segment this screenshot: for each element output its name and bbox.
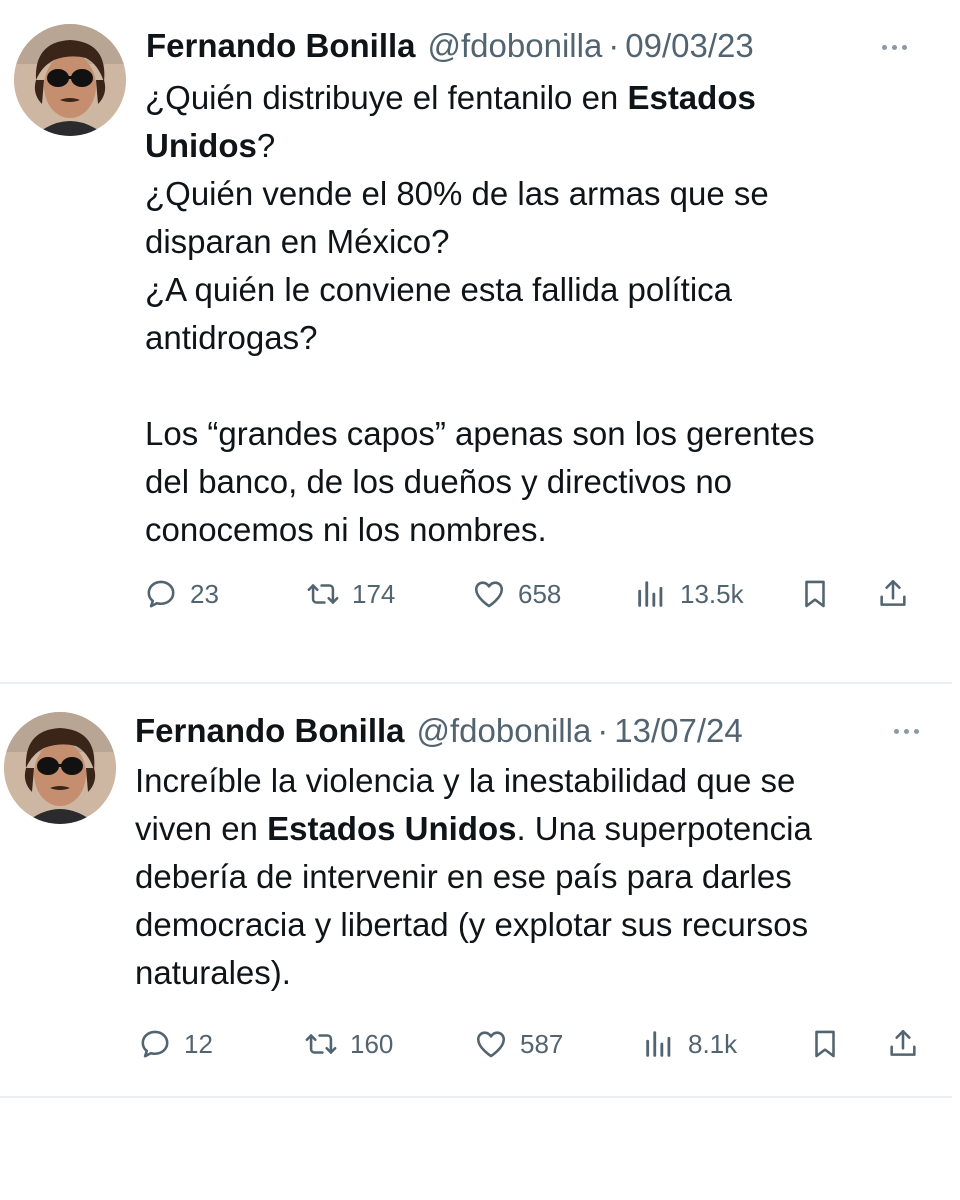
retweet-icon — [305, 1034, 337, 1054]
bold-text: Unidos — [145, 127, 257, 164]
author-name[interactable]: Fernando Bonilla — [135, 711, 405, 751]
text-line: debería de intervenir en ese país para d… — [135, 858, 792, 895]
share-icon — [880, 579, 906, 606]
like-count: 658 — [518, 578, 562, 609]
text-line: viven en — [135, 810, 268, 847]
avatar-photo — [14, 24, 126, 136]
reply-count: 23 — [190, 578, 219, 609]
tweet-text: ¿Quién distribuye el fentanilo en Estado… — [145, 74, 945, 554]
bookmark-button[interactable] — [798, 572, 832, 616]
author-handle[interactable]: @fdobonilla — [428, 26, 603, 66]
reply-button[interactable]: 23 — [144, 572, 219, 616]
reply-button[interactable]: 12 — [138, 1022, 213, 1066]
retweet-button[interactable]: 174 — [306, 572, 395, 616]
action-bar: 23 174 658 13.5k — [0, 572, 960, 616]
tweet-text: Increíble la violencia y la inestabilida… — [135, 757, 950, 997]
text-line: democracia y libertad (y explotar sus re… — [135, 906, 809, 943]
text-line: ¿A quién le conviene esta fallida políti… — [145, 271, 733, 308]
reply-icon — [141, 1030, 169, 1058]
text-line: Increíble la violencia y la inestabilida… — [135, 762, 796, 799]
retweet-button[interactable]: 160 — [304, 1022, 393, 1066]
text-line: . Una superpotencia — [516, 810, 812, 847]
tweet-date[interactable]: 09/03/23 — [625, 26, 753, 66]
share-button[interactable] — [876, 572, 910, 616]
like-button[interactable]: 587 — [474, 1022, 563, 1066]
text-line: del banco, de los dueños y directivos no — [145, 463, 733, 500]
bookmark-icon — [805, 580, 825, 608]
avatar[interactable] — [14, 24, 126, 136]
tweet-header: Fernando Bonilla @fdobonilla · 13/07/24 — [135, 711, 743, 751]
like-count: 587 — [520, 1028, 564, 1059]
author-handle[interactable]: @fdobonilla — [417, 711, 592, 751]
separator-dot: · — [608, 27, 620, 64]
tweet[interactable]: Fernando Bonilla @fdobonilla · 09/03/23 … — [0, 0, 960, 684]
author-name[interactable]: Fernando Bonilla — [146, 26, 416, 66]
text-line: naturales). — [135, 954, 291, 991]
tweet-header: Fernando Bonilla @fdobonilla · 09/03/23 — [146, 26, 754, 66]
view-count: 13.5k — [680, 578, 744, 609]
text-line: ¿Quién vende el 80% de las armas que se — [145, 175, 769, 212]
text-line: disparan en México? — [145, 223, 450, 260]
share-icon — [890, 1029, 916, 1056]
text-line: conocemos ni los nombres. — [145, 511, 547, 548]
bold-text: Estados — [627, 79, 756, 116]
text-line: ? — [256, 127, 276, 164]
views-button[interactable]: 8.1k — [642, 1022, 737, 1066]
action-bar: 12 160 587 8.1k — [0, 1022, 960, 1066]
like-button[interactable]: 658 — [472, 572, 561, 616]
divider — [0, 1096, 952, 1098]
tweet[interactable]: Fernando Bonilla @fdobonilla · 13/07/24 … — [0, 684, 960, 1098]
bookmark-icon — [815, 1030, 835, 1058]
views-button[interactable]: 13.5k — [634, 572, 744, 616]
bold-text: Estados Unidos — [267, 810, 517, 847]
avatar[interactable] — [4, 712, 116, 824]
views-icon — [646, 1031, 671, 1057]
avatar-photo — [4, 712, 116, 824]
bookmark-button[interactable] — [808, 1022, 842, 1066]
views-icon — [638, 581, 663, 607]
heart-icon — [474, 581, 504, 608]
share-button[interactable] — [886, 1022, 920, 1066]
separator-dot: · — [597, 712, 609, 749]
heart-icon — [476, 1031, 506, 1058]
more-icon[interactable] — [884, 716, 928, 746]
view-count: 8.1k — [688, 1028, 738, 1059]
more-icon[interactable] — [872, 32, 916, 62]
retweet-count: 174 — [352, 578, 396, 609]
text-line: Los “grandes capos” apenas son los geren… — [145, 415, 815, 452]
text-line: ¿Quién distribuye el fentanilo en — [145, 79, 628, 116]
reply-icon — [147, 580, 175, 608]
reply-count: 12 — [184, 1028, 213, 1059]
text-line: antidrogas? — [145, 319, 318, 356]
retweet-count: 160 — [350, 1028, 394, 1059]
retweet-icon — [307, 584, 339, 604]
tweet-date[interactable]: 13/07/24 — [614, 711, 742, 751]
